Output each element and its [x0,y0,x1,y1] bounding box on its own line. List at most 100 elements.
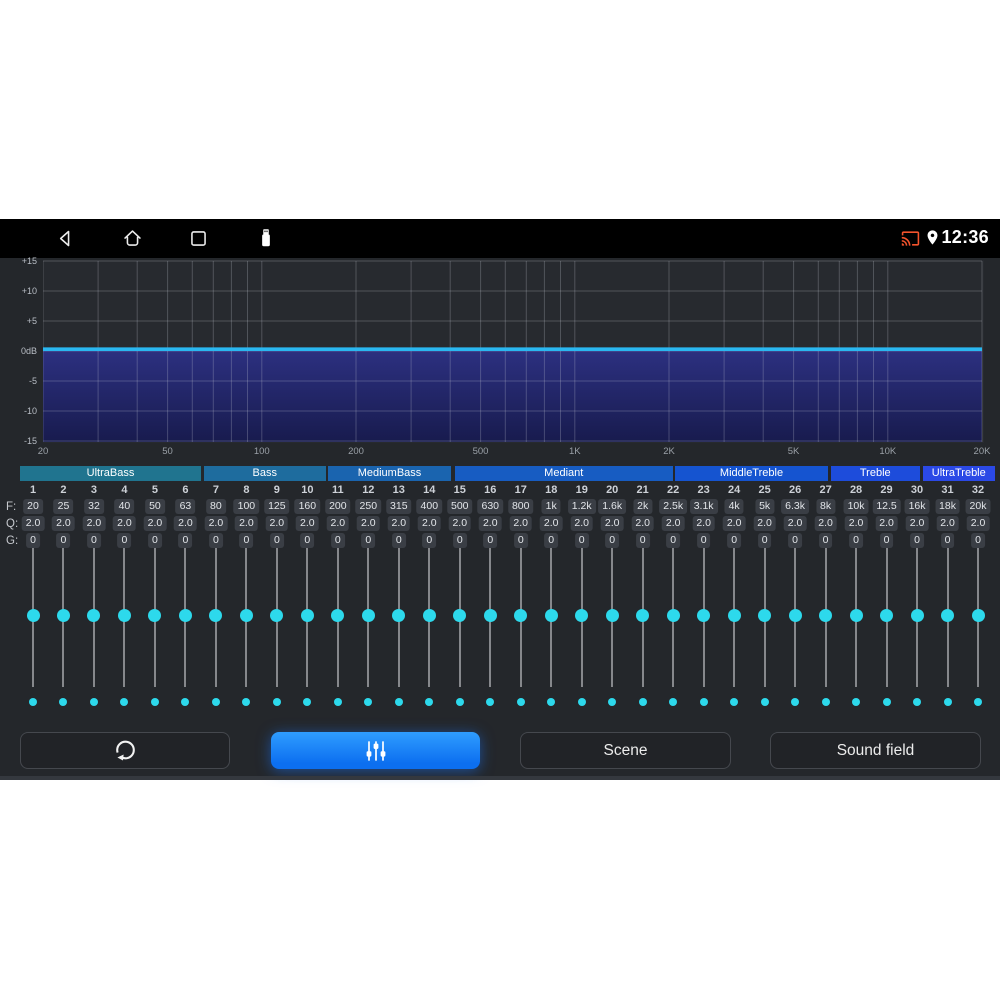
slider-knob[interactable] [788,609,802,622]
freq-value-chip[interactable]: 6.3k [781,499,810,514]
slider-knob[interactable] [514,609,528,622]
freq-value-chip[interactable]: 20 [23,499,43,514]
gain-value-chip[interactable]: 0 [330,533,345,548]
q-value-chip[interactable]: 2.0 [966,516,990,531]
slider-knob[interactable] [605,609,619,622]
usb-drive-icon[interactable] [255,227,277,254]
gain-value-chip[interactable]: 0 [239,533,254,548]
q-value-chip[interactable]: 2.0 [448,516,472,531]
home-icon[interactable] [122,228,143,254]
slider-knob[interactable] [300,609,314,622]
band-group-segment[interactable]: Mediant [455,466,673,481]
gain-value-chip[interactable]: 0 [788,533,803,548]
q-value-chip[interactable]: 2.0 [783,516,807,531]
gain-value-chip[interactable]: 0 [666,533,681,548]
gain-value-chip[interactable]: 0 [178,533,193,548]
freq-value-chip[interactable]: 12.5 [872,499,901,514]
q-value-chip[interactable]: 2.0 [844,516,868,531]
slider-knob[interactable] [910,609,924,622]
slider-knob[interactable] [453,609,467,622]
slider-knob[interactable] [361,609,375,622]
slider-knob[interactable] [666,609,680,622]
freq-value-chip[interactable]: 1.2k [567,499,596,514]
freq-value-chip[interactable]: 20k [965,499,991,514]
gain-value-chip[interactable]: 0 [849,533,863,548]
freq-value-chip[interactable]: 2.5k [659,499,688,514]
gain-value-chip[interactable]: 0 [391,533,406,548]
gain-value-chip[interactable]: 0 [818,533,833,548]
q-value-chip[interactable]: 2.0 [357,516,380,531]
freq-value-chip[interactable]: 200 [325,499,351,514]
q-value-chip[interactable]: 2.0 [113,516,136,531]
q-value-chip[interactable]: 2.0 [21,516,45,531]
q-value-chip[interactable]: 2.0 [204,516,228,531]
freq-value-chip[interactable]: 125 [264,499,290,514]
gain-value-chip[interactable]: 0 [483,533,498,548]
equalizer-tab-button[interactable] [271,732,480,769]
gain-value-chip[interactable]: 0 [544,533,559,548]
slider-knob[interactable] [178,609,192,622]
slider-knob[interactable] [880,609,894,622]
freq-value-chip[interactable]: 5k [755,499,775,514]
gain-value-chip[interactable]: 0 [879,533,894,548]
freq-value-chip[interactable]: 4k [724,499,744,514]
band-group-segment[interactable]: MiddleTreble [675,466,828,481]
q-value-chip[interactable]: 2.0 [692,516,715,531]
slider-knob[interactable] [56,609,70,622]
slider-knob[interactable] [819,609,833,622]
gain-value-chip[interactable]: 0 [513,533,528,548]
q-value-chip[interactable]: 2.0 [905,516,929,531]
slider-knob[interactable] [758,609,772,622]
slider-knob[interactable] [697,609,711,622]
gain-value-chip[interactable]: 0 [910,533,924,548]
freq-value-chip[interactable]: 400 [416,499,443,514]
band-group-segment[interactable]: Bass [203,466,326,481]
q-value-chip[interactable]: 2.0 [387,516,411,531]
slider-knob[interactable] [148,609,162,622]
q-value-chip[interactable]: 2.0 [326,516,350,531]
slider-knob[interactable] [87,609,101,622]
sound-field-button[interactable]: Sound field [770,732,981,769]
q-value-chip[interactable]: 2.0 [52,516,75,531]
q-value-chip[interactable]: 2.0 [661,516,685,531]
freq-value-chip[interactable]: 100 [233,499,260,514]
gain-value-chip[interactable]: 0 [56,533,71,548]
q-value-chip[interactable]: 2.0 [296,516,319,531]
q-value-chip[interactable]: 2.0 [814,516,837,531]
gain-value-chip[interactable]: 0 [696,533,711,548]
gain-value-chip[interactable]: 0 [971,533,985,548]
reset-button[interactable] [20,732,230,769]
freq-value-chip[interactable]: 2k [633,499,653,514]
slider-knob[interactable] [270,609,284,622]
freq-value-chip[interactable]: 800 [507,499,534,514]
freq-value-chip[interactable]: 50 [145,499,165,514]
gain-value-chip[interactable]: 0 [26,533,40,548]
slider-knob[interactable] [941,609,955,622]
freq-value-chip[interactable]: 10k [843,499,869,514]
freq-value-chip[interactable]: 315 [386,499,412,514]
slider-knob[interactable] [544,609,558,622]
band-group-segment[interactable]: UltraTreble [922,466,995,481]
freq-value-chip[interactable]: 40 [114,499,135,514]
freq-value-chip[interactable]: 8k [816,499,836,514]
slider-knob[interactable] [331,609,345,622]
freq-value-chip[interactable]: 500 [447,499,473,514]
q-value-chip[interactable]: 2.0 [722,516,746,531]
slider-knob[interactable] [392,609,406,622]
freq-value-chip[interactable]: 25 [53,499,74,514]
q-value-chip[interactable]: 2.0 [631,516,654,531]
q-value-chip[interactable]: 2.0 [265,516,289,531]
gain-value-chip[interactable]: 0 [148,533,162,548]
freq-value-chip[interactable]: 160 [294,499,321,514]
slider-knob[interactable] [849,609,863,622]
slider-knob[interactable] [422,609,436,622]
gain-value-chip[interactable]: 0 [605,533,620,548]
freq-value-chip[interactable]: 32 [84,499,104,514]
slider-knob[interactable] [727,609,741,622]
gain-value-chip[interactable]: 0 [452,533,467,548]
freq-value-chip[interactable]: 1k [541,499,561,514]
gain-value-chip[interactable]: 0 [757,533,772,548]
slider-knob[interactable] [239,609,253,622]
gain-value-chip[interactable]: 0 [269,533,284,548]
q-value-chip[interactable]: 2.0 [570,516,594,531]
